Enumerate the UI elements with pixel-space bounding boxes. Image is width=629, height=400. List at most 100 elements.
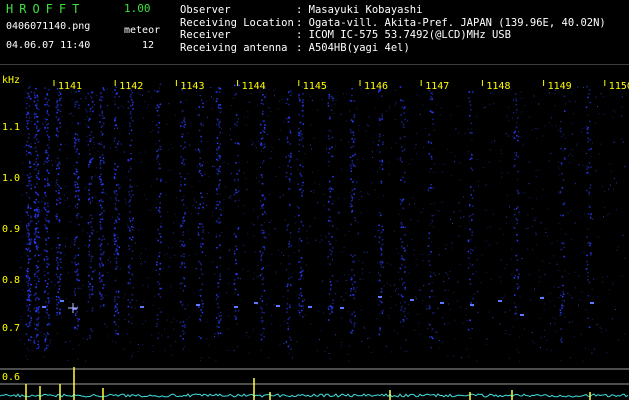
streak-speck xyxy=(98,200,101,202)
streak-speck xyxy=(103,145,105,148)
noise-speck xyxy=(119,267,121,269)
streak-speck xyxy=(329,249,332,251)
noise-speck xyxy=(27,359,28,361)
streak-speck xyxy=(564,148,566,150)
streak-speck xyxy=(58,167,60,169)
noise-speck xyxy=(24,146,26,148)
streak-speck xyxy=(198,114,200,116)
noise-speck xyxy=(485,271,487,273)
noise-speck xyxy=(555,318,557,320)
noise-speck xyxy=(538,169,540,171)
streak-speck xyxy=(47,154,50,157)
streak-speck xyxy=(201,174,203,177)
noise-speck xyxy=(90,95,92,97)
noise-speck xyxy=(416,94,418,96)
streak-speck xyxy=(470,167,473,169)
streak-speck xyxy=(36,275,39,278)
streak-speck xyxy=(90,214,92,217)
streak-speck xyxy=(30,316,32,319)
noise-speck xyxy=(412,197,414,199)
streak-speck xyxy=(99,245,102,247)
noise-speck xyxy=(335,99,337,101)
streak-speck xyxy=(264,96,266,98)
noise-speck xyxy=(557,166,559,168)
noise-speck xyxy=(282,194,284,196)
noise-speck xyxy=(287,327,289,329)
streak-speck xyxy=(379,160,381,162)
streak-speck xyxy=(199,295,202,297)
noise-speck xyxy=(335,240,337,242)
streak-speck xyxy=(129,95,132,98)
noise-speck xyxy=(378,304,380,306)
streak-speck xyxy=(378,117,381,120)
streak-speck xyxy=(33,163,36,166)
streak-speck xyxy=(199,94,202,97)
observer-row: Observer: Masayuki Kobayashi xyxy=(180,4,606,17)
noise-speck xyxy=(187,173,189,175)
noise-speck xyxy=(322,99,323,101)
streak-speck xyxy=(76,161,78,164)
streak-speck xyxy=(219,200,221,203)
noise-speck xyxy=(612,281,614,283)
streak-speck xyxy=(201,223,203,225)
streak-speck xyxy=(116,310,118,312)
noise-speck xyxy=(173,222,175,224)
streak-speck xyxy=(115,332,117,335)
streak-speck xyxy=(90,226,93,228)
streak-speck xyxy=(114,197,117,199)
streak-speck xyxy=(235,273,238,275)
noise-speck xyxy=(283,254,285,256)
streak-speck xyxy=(100,259,102,261)
streak-speck xyxy=(101,125,104,127)
noise-speck xyxy=(460,217,462,219)
streak-speck xyxy=(430,346,432,349)
noise-speck xyxy=(457,236,459,238)
streak-speck xyxy=(89,283,91,285)
noise-speck xyxy=(582,164,584,166)
noise-speck xyxy=(568,155,569,157)
streak-speck xyxy=(381,225,383,228)
noise-speck xyxy=(230,197,232,199)
streak-speck xyxy=(559,309,562,311)
noise-speck xyxy=(595,96,597,98)
streak-speck xyxy=(91,196,94,199)
noise-speck xyxy=(182,348,184,350)
streak-speck xyxy=(44,152,47,154)
streak-speck xyxy=(114,227,116,230)
streak-speck xyxy=(116,165,119,168)
time-tick-label: 1148 xyxy=(486,81,510,92)
streak-speck xyxy=(89,153,91,155)
noise-speck xyxy=(28,349,30,351)
streak-speck xyxy=(74,261,76,264)
noise-speck xyxy=(154,295,156,297)
noise-speck xyxy=(433,214,435,216)
streak-speck xyxy=(586,254,588,257)
noise-speck xyxy=(143,301,145,303)
noise-speck xyxy=(496,242,498,244)
noise-speck xyxy=(220,209,222,211)
streak-speck xyxy=(37,260,40,263)
noise-speck xyxy=(506,172,508,174)
streak-speck xyxy=(131,99,133,101)
noise-speck xyxy=(454,155,456,157)
streak-speck xyxy=(329,116,331,118)
spectrogram-panel: 1141114211431144114511461147114811491150… xyxy=(0,66,629,400)
streak-speck xyxy=(99,114,101,116)
noise-speck xyxy=(170,143,172,145)
streak-speck xyxy=(88,164,90,166)
streak-speck xyxy=(233,193,236,196)
noise-speck xyxy=(94,269,96,271)
streak-speck xyxy=(99,224,102,226)
streak-speck xyxy=(98,263,101,265)
noise-speck xyxy=(256,276,258,278)
streak-speck xyxy=(56,106,59,108)
streak-speck xyxy=(515,109,518,111)
streak-speck xyxy=(327,306,330,308)
noise-speck xyxy=(574,183,576,185)
noise-speck xyxy=(142,323,144,325)
noise-speck xyxy=(454,161,455,163)
streak-speck xyxy=(75,195,77,197)
noise-speck xyxy=(612,283,614,285)
noise-speck xyxy=(560,121,562,122)
streak-speck xyxy=(219,165,221,168)
